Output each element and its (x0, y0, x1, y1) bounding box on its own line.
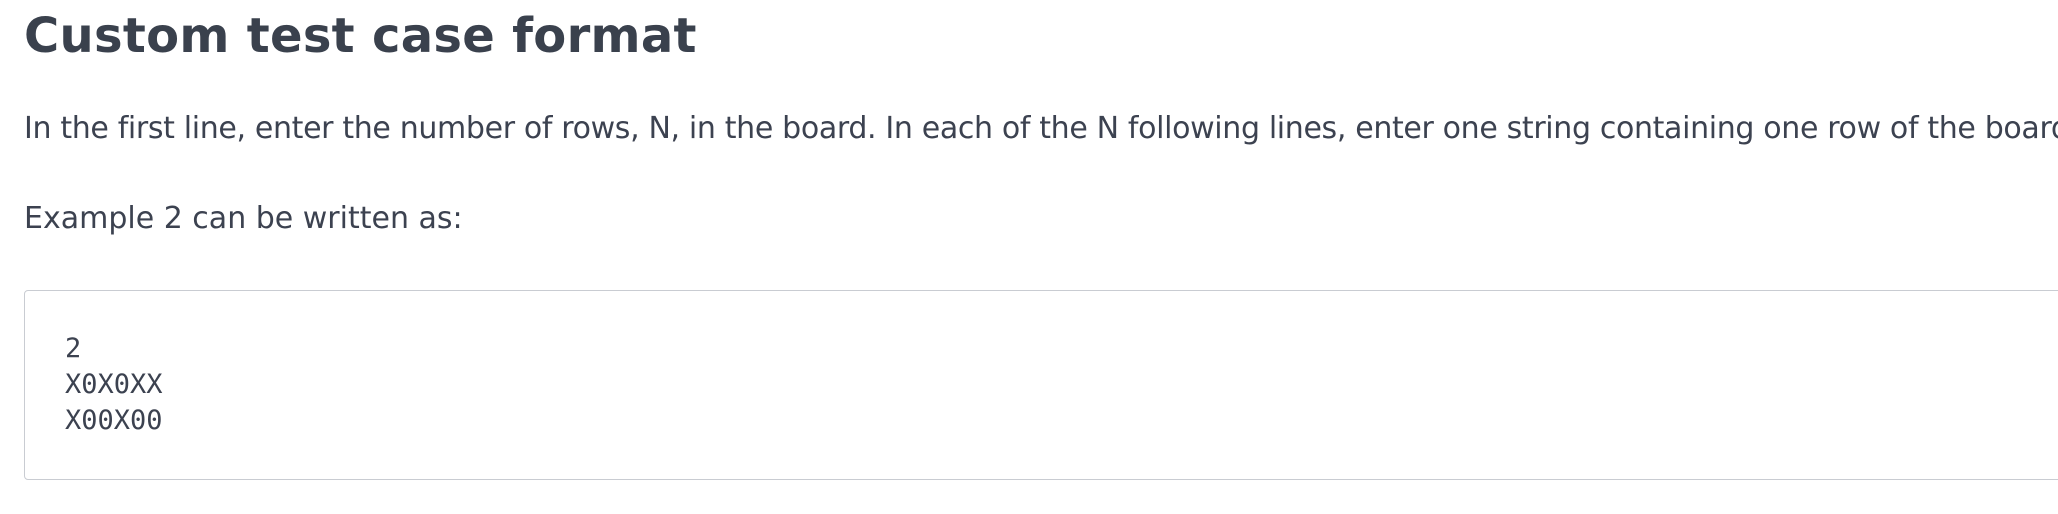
input-format-description: In the first line, enter the number of r… (24, 111, 2058, 146)
code-line: X0X0XX (65, 369, 163, 400)
code-line: 2 (65, 333, 82, 364)
code-example-box: 2 X0X0XX X00X00 (24, 290, 2058, 480)
example-intro-text: Example 2 can be written as: (24, 201, 463, 236)
page-title: Custom test case format (24, 8, 697, 64)
code-example-block: 2 X0X0XX X00X00 (65, 331, 163, 439)
code-line: X00X00 (65, 405, 163, 436)
